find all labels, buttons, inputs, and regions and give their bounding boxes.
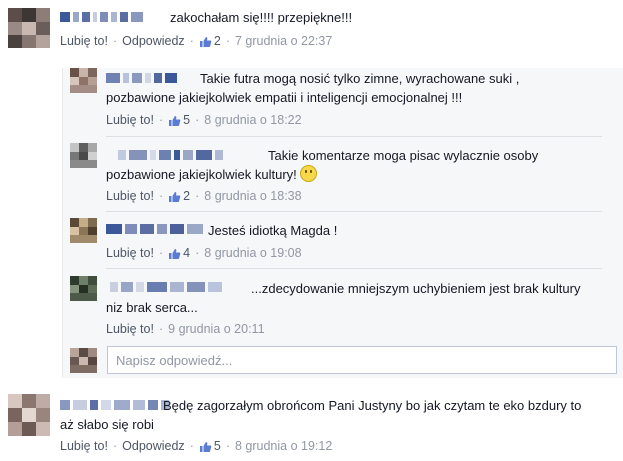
- reply-meta: Lubię to! · 2 · 8 grudnia o 18:38: [106, 189, 302, 203]
- like-link[interactable]: Lubię to!: [106, 322, 154, 336]
- author-name-blurred[interactable]: [60, 10, 143, 24]
- reply-text: Takie futra mogą nosić tylko zimne, wyra…: [106, 71, 520, 105]
- smile-emoji: [299, 165, 317, 182]
- like-count[interactable]: 2: [183, 189, 190, 203]
- reply-input[interactable]: [107, 346, 617, 374]
- avatar[interactable]: [70, 276, 97, 301]
- reply-link[interactable]: Odpowiedz: [122, 439, 185, 453]
- reply-divider: [106, 268, 602, 269]
- reply-text: Takie komentarze moga pisac wylacznie os…: [106, 148, 539, 182]
- like-link[interactable]: Lubię to!: [106, 189, 154, 203]
- reply-divider: [106, 211, 602, 212]
- reply-divider: [106, 136, 602, 137]
- comment-text: zakochałam się!!!! przepiękne!!!: [170, 10, 353, 25]
- reply-meta: Lubię to! · 4 · 8 grudnia o 19:08: [106, 246, 302, 260]
- reply-meta: Lubię to! · 5 · 8 grudnia o 18:22: [106, 113, 302, 127]
- like-link[interactable]: Lubię to!: [106, 113, 154, 127]
- timestamp[interactable]: 7 grudnia o 22:37: [235, 34, 332, 48]
- thumbs-up-icon: [169, 249, 181, 259]
- author-name-blurred[interactable]: [106, 222, 203, 236]
- thumbs-up-icon: [199, 442, 212, 452]
- avatar[interactable]: [8, 8, 50, 48]
- reply-link[interactable]: Odpowiedz: [122, 34, 185, 48]
- thumbs-up-icon: [169, 116, 181, 126]
- timestamp[interactable]: 8 grudnia o 19:12: [235, 439, 332, 453]
- like-count[interactable]: 2: [214, 34, 221, 48]
- avatar[interactable]: [70, 143, 97, 168]
- avatar[interactable]: [8, 394, 50, 436]
- current-user-avatar: [70, 348, 97, 373]
- avatar[interactable]: [70, 68, 97, 93]
- comment-meta: Lubię to! · Odpowiedz · 5 · 8 grudnia o …: [60, 439, 333, 453]
- timestamp[interactable]: 9 grudnia o 20:11: [168, 322, 264, 336]
- like-link[interactable]: Lubię to!: [106, 246, 154, 260]
- reply-text: ...zdecydowanie mniejszym uchybieniem je…: [106, 281, 581, 315]
- like-count[interactable]: 4: [183, 246, 190, 260]
- thumbs-up-icon: [169, 192, 181, 202]
- thumbs-up-icon: [199, 37, 212, 47]
- reply-meta: Lubię to! · 9 grudnia o 20:11: [106, 322, 265, 336]
- like-count[interactable]: 5: [214, 439, 221, 453]
- like-count[interactable]: 5: [183, 113, 190, 127]
- reply-text: Jesteś idiotką Magda !: [208, 223, 338, 238]
- timestamp[interactable]: 8 grudnia o 18:22: [204, 113, 301, 127]
- comment-meta: Lubię to! · Odpowiedz · 2 · 7 grudnia o …: [60, 34, 333, 48]
- timestamp[interactable]: 8 grudnia o 18:38: [204, 189, 301, 203]
- timestamp[interactable]: 8 grudnia o 19:08: [204, 246, 301, 260]
- like-link[interactable]: Lubię to!: [60, 439, 108, 453]
- avatar[interactable]: [70, 218, 97, 243]
- like-link[interactable]: Lubię to!: [60, 34, 108, 48]
- comment-text: Będę zagorzałym obrońcom Pani Justyny bo…: [60, 398, 582, 432]
